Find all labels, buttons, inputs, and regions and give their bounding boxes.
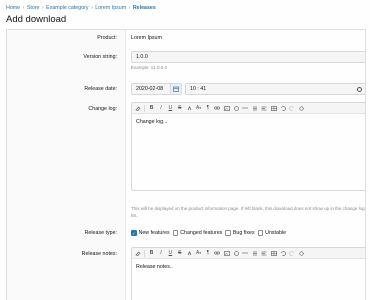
italic-icon[interactable]: I: [157, 249, 165, 257]
paragraph-icon[interactable]: ¶: [204, 104, 212, 112]
breadcrumb-separator: ›: [41, 5, 44, 11]
clock-icon: [357, 87, 362, 92]
eraser-icon[interactable]: [134, 249, 142, 257]
change-log-hint: This will be displayed on the product in…: [131, 206, 365, 218]
undo-icon[interactable]: [279, 249, 287, 257]
font-size-caret: ▾: [199, 251, 202, 255]
release-type-bug-fixes[interactable]: Bug fixes: [225, 230, 255, 236]
strikethrough-icon[interactable]: S: [176, 104, 184, 112]
align-icon[interactable]: [260, 249, 268, 257]
option-label: Changed features: [180, 230, 223, 236]
breadcrumb-separator: ›: [128, 5, 131, 11]
redo-icon[interactable]: [288, 249, 296, 257]
version-input[interactable]: 1.0.0: [131, 51, 365, 63]
table-icon[interactable]: [269, 104, 277, 112]
breadcrumb-separator: ›: [91, 5, 93, 11]
settings-icon[interactable]: [298, 104, 306, 112]
breadcrumb-store[interactable]: Store: [27, 5, 40, 11]
breadcrumb-separator: ›: [22, 5, 25, 11]
font-size-icon[interactable]: A ▾: [194, 104, 202, 112]
calendar-button[interactable]: [171, 83, 182, 95]
release-type-changed-features[interactable]: Changed features: [172, 230, 223, 236]
product-label: Product:: [97, 35, 117, 41]
eraser-icon[interactable]: [134, 104, 142, 112]
release-type-unstable[interactable]: Unstable: [257, 230, 287, 236]
emoji-icon[interactable]: [232, 104, 240, 112]
release-type-options: ✓ New features Changed features Bug fixe…: [131, 230, 286, 236]
version-label: Version string:: [83, 54, 117, 60]
page-title: Add download: [6, 14, 67, 25]
bold-icon[interactable]: B: [147, 104, 155, 112]
breadcrumb-releases[interactable]: Releases: [133, 5, 156, 11]
color-icon[interactable]: [185, 104, 193, 112]
more-icon[interactable]: [241, 249, 249, 257]
release-type-new-features[interactable]: ✓ New features: [131, 230, 170, 236]
emoji-icon[interactable]: [232, 249, 240, 257]
breadcrumb-product[interactable]: Lorem Ipsum: [95, 5, 126, 11]
release-notes-editor: B I U S A ▾ ¶ Release notes..: [131, 247, 365, 300]
paragraph-icon[interactable]: ¶: [204, 249, 212, 257]
release-type-label: Release type:: [84, 230, 117, 236]
change-log-label: Change log:: [88, 106, 117, 112]
underline-icon[interactable]: U: [166, 249, 174, 257]
release-date-input[interactable]: 2020-02-08: [131, 83, 171, 95]
checkbox-checked[interactable]: ✓: [131, 230, 137, 236]
checkbox[interactable]: [172, 230, 179, 236]
release-notes-textarea[interactable]: Release notes..: [132, 259, 365, 275]
image-icon[interactable]: [223, 104, 231, 112]
checkbox[interactable]: [257, 230, 264, 236]
bold-icon[interactable]: B: [147, 249, 155, 257]
toolbar-divider: [144, 249, 146, 257]
strikethrough-icon[interactable]: S: [176, 249, 184, 257]
list-icon[interactable]: [251, 249, 259, 257]
release-date-label: Release date:: [84, 86, 117, 92]
undo-icon[interactable]: [279, 104, 287, 112]
underline-icon[interactable]: U: [166, 104, 174, 112]
toolbar-divider: [144, 104, 146, 112]
calendar-icon: [173, 86, 179, 92]
link-icon[interactable]: [213, 104, 221, 112]
breadcrumb-home[interactable]: Home: [6, 5, 20, 11]
redo-icon[interactable]: [288, 104, 296, 112]
breadcrumb-category[interactable]: Example category: [46, 5, 88, 11]
release-time-input[interactable]: 10 : 41: [185, 83, 365, 95]
option-label: New features: [138, 230, 170, 236]
product-value: Lorem Ipsum: [131, 35, 162, 41]
option-label: Unstable: [265, 230, 287, 236]
link-icon[interactable]: [213, 249, 221, 257]
font-size-icon[interactable]: A ▾: [194, 249, 202, 257]
editor-toolbar: B I U S A ▾ ¶: [132, 248, 365, 259]
table-icon[interactable]: [269, 249, 277, 257]
version-hint: Example: v1.0.0.0: [131, 65, 168, 70]
image-icon[interactable]: [223, 249, 231, 257]
italic-icon[interactable]: I: [157, 104, 165, 112]
checkbox[interactable]: [225, 230, 231, 236]
release-notes-label: Release notes:: [81, 251, 117, 257]
release-time-value: 10 : 41: [190, 86, 207, 92]
list-icon[interactable]: [251, 104, 259, 112]
more-icon[interactable]: [241, 104, 249, 112]
change-log-editor: B I U S A ▾ ¶ Change log...: [131, 102, 365, 191]
align-icon[interactable]: [260, 104, 268, 112]
add-download-form: Product: Lorem Ipsum Version string: 1.0…: [6, 29, 366, 300]
breadcrumb: Home › Store › Example category › Lorem …: [6, 3, 156, 13]
color-icon[interactable]: [185, 249, 193, 257]
editor-toolbar: B I U S A ▾ ¶: [132, 103, 365, 114]
font-size-caret: ▾: [199, 106, 202, 110]
option-label: Bug fixes: [232, 230, 255, 236]
settings-icon[interactable]: [298, 249, 306, 257]
change-log-textarea[interactable]: Change log...: [132, 114, 365, 130]
